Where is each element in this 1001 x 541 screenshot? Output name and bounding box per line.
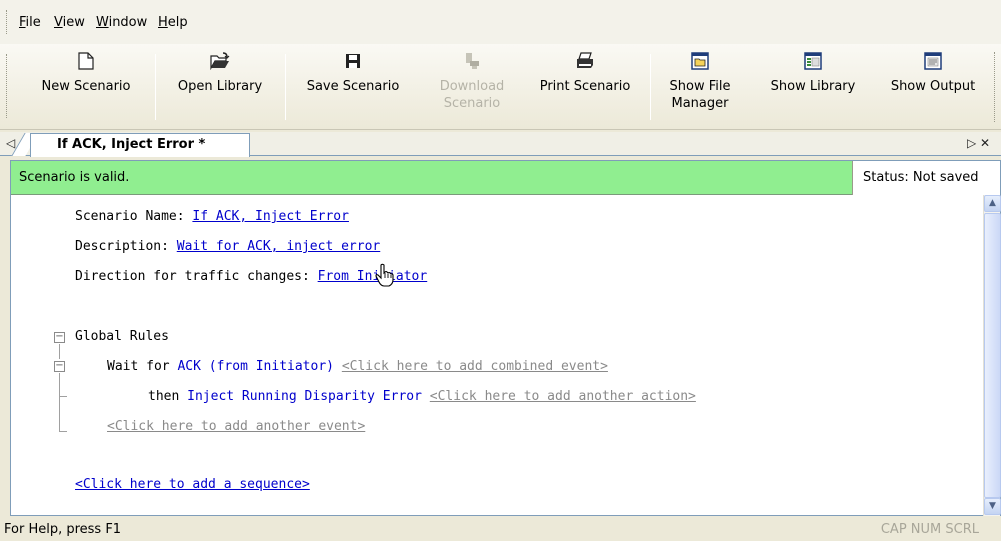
global-rules-collapse-toggle[interactable]: −: [54, 332, 65, 343]
save-status: Status: Not saved: [852, 161, 1000, 195]
menu-view-label: iew: [62, 15, 85, 30]
toolbar-grip[interactable]: [6, 54, 9, 118]
editor-vertical-scrollbar[interactable]: ▲ ▼: [983, 195, 1001, 516]
output-window-icon: [878, 50, 988, 72]
download-icon: [426, 50, 518, 72]
add-another-event-link[interactable]: <Click here to add another event>: [107, 419, 365, 434]
tab-scroll-left-button[interactable]: ◁: [6, 136, 15, 150]
new-document-icon: [26, 50, 146, 72]
scroll-down-button[interactable]: ▼: [984, 498, 1001, 515]
menu-bar: File View Window Help: [0, 0, 1001, 44]
keyboard-indicators: CAP NUM SCRL: [880, 522, 979, 537]
description-label: Description:: [75, 239, 169, 254]
scroll-up-button[interactable]: ▲: [984, 195, 1001, 212]
scroll-thumb[interactable]: [984, 213, 1001, 498]
open-library-button[interactable]: Open Library: [166, 50, 274, 126]
toolbar: New Scenario Open Library Save Scenario …: [0, 44, 1001, 130]
open-folder-icon: [166, 50, 274, 72]
scenario-name-label: Scenario Name:: [75, 209, 185, 224]
validation-message: Scenario is valid.: [19, 170, 130, 185]
scenario-name-link[interactable]: If ACK, Inject Error: [192, 209, 349, 224]
menu-window-label: indow: [108, 15, 148, 30]
then-row: then Inject Running Disparity Error <Cli…: [148, 389, 696, 404]
menu-help[interactable]: Help: [158, 15, 188, 31]
tab-if-ack-inject-error[interactable]: If ACK, Inject Error *: [30, 133, 250, 157]
menu-window-accel: W: [96, 15, 109, 30]
show-library-button[interactable]: Show Library: [758, 50, 868, 126]
scenario-editor-panel: Scenario is valid. Status: Not saved Sce…: [10, 160, 1001, 516]
wait-for-label: Wait for: [107, 359, 170, 374]
save-scenario-button[interactable]: Save Scenario: [290, 50, 416, 126]
tree-connector: [59, 431, 67, 432]
new-scenario-label: New Scenario: [41, 79, 131, 94]
action-link[interactable]: Inject Running Disparity Error: [187, 389, 422, 404]
then-label: then: [148, 389, 180, 404]
show-file-manager-label-1: Show File: [669, 79, 731, 94]
add-sequence-link[interactable]: <Click here to add a sequence>: [75, 477, 310, 492]
wait-for-row: Wait for ACK (from Initiator) <Click her…: [107, 359, 608, 374]
printer-icon: [526, 50, 644, 72]
show-library-label: Show Library: [770, 79, 856, 94]
toolbar-separator: [285, 54, 286, 120]
menu-file-label: ile: [25, 15, 41, 30]
tree-connector: [59, 373, 60, 431]
menu-view-accel: V: [54, 15, 63, 30]
menu-window[interactable]: Window: [96, 15, 147, 31]
add-another-action-link[interactable]: <Click here to add another action>: [430, 389, 696, 404]
open-library-label: Open Library: [177, 79, 263, 94]
print-scenario-button[interactable]: Print Scenario: [526, 50, 644, 126]
hand-pointer-cursor-icon: [375, 263, 395, 291]
toolbar-separator: [155, 54, 156, 120]
direction-link[interactable]: From Initiator: [318, 269, 428, 284]
description-row: Description: Wait for ACK, inject error: [75, 239, 380, 254]
status-bar: For Help, press F1 CAP NUM SCRL: [0, 520, 1001, 541]
tree-connector: [59, 344, 60, 359]
tab-scroll-right-close-buttons[interactable]: ▷ ✕: [967, 136, 990, 150]
download-scenario-label-1: Download: [439, 79, 505, 94]
toolbar-end-grip: [994, 52, 997, 122]
show-output-label: Show Output: [890, 79, 976, 94]
menu-help-label: elp: [167, 15, 188, 30]
tab-strip: ◁ If ACK, Inject Error * ▷ ✕: [0, 132, 1001, 157]
new-scenario-button[interactable]: New Scenario: [26, 50, 146, 126]
global-rules-heading: Global Rules: [75, 329, 169, 344]
add-combined-event-link[interactable]: <Click here to add combined event>: [342, 359, 608, 374]
floppy-disk-icon: [290, 50, 416, 72]
tree-connector: [59, 396, 67, 397]
download-scenario-label-2: Scenario: [443, 96, 501, 111]
print-scenario-label: Print Scenario: [539, 79, 631, 94]
menubar-grip[interactable]: [6, 10, 9, 34]
download-scenario-button[interactable]: Download Scenario: [426, 50, 518, 126]
description-link[interactable]: Wait for ACK, inject error: [177, 239, 381, 254]
show-file-manager-button[interactable]: Show File Manager: [660, 50, 740, 126]
direction-label: Direction for traffic changes:: [75, 269, 310, 284]
add-sequence-row: <Click here to add a sequence>: [75, 477, 310, 492]
scenario-editor[interactable]: Scenario Name: If ACK, Inject Error Desc…: [11, 195, 985, 516]
menu-view[interactable]: View: [54, 15, 85, 31]
save-scenario-label: Save Scenario: [306, 79, 400, 94]
file-manager-icon: [660, 50, 740, 72]
validation-bar: Scenario is valid. Status: Not saved: [11, 161, 1000, 195]
library-icon: [758, 50, 868, 72]
wait-for-collapse-toggle[interactable]: −: [54, 361, 65, 372]
wait-for-event-link[interactable]: ACK (from Initiator): [177, 359, 334, 374]
menu-help-accel: H: [158, 15, 168, 30]
scenario-name-row: Scenario Name: If ACK, Inject Error: [75, 209, 349, 224]
show-file-manager-label-2: Manager: [671, 96, 729, 111]
show-output-button[interactable]: Show Output: [878, 50, 988, 126]
help-hint: For Help, press F1: [4, 522, 122, 537]
tab-label: If ACK, Inject Error *: [57, 137, 206, 152]
menu-file[interactable]: File: [19, 15, 41, 31]
add-event-row: <Click here to add another event>: [107, 419, 365, 434]
toolbar-separator: [650, 54, 651, 120]
